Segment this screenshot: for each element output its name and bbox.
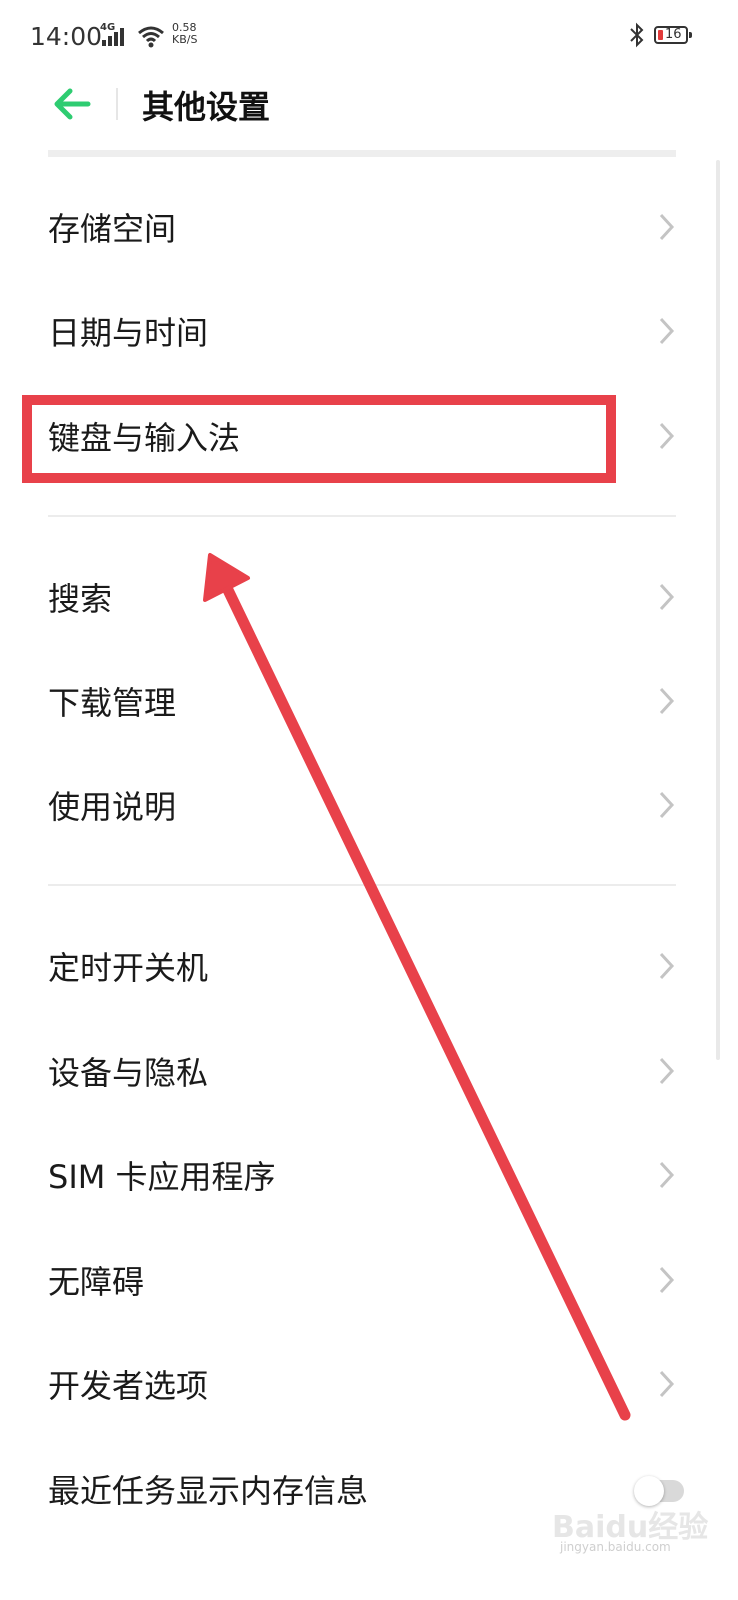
watermark-url: jingyan.baidu.com: [560, 1540, 671, 1554]
annotation-arrow-icon: [203, 553, 631, 1421]
